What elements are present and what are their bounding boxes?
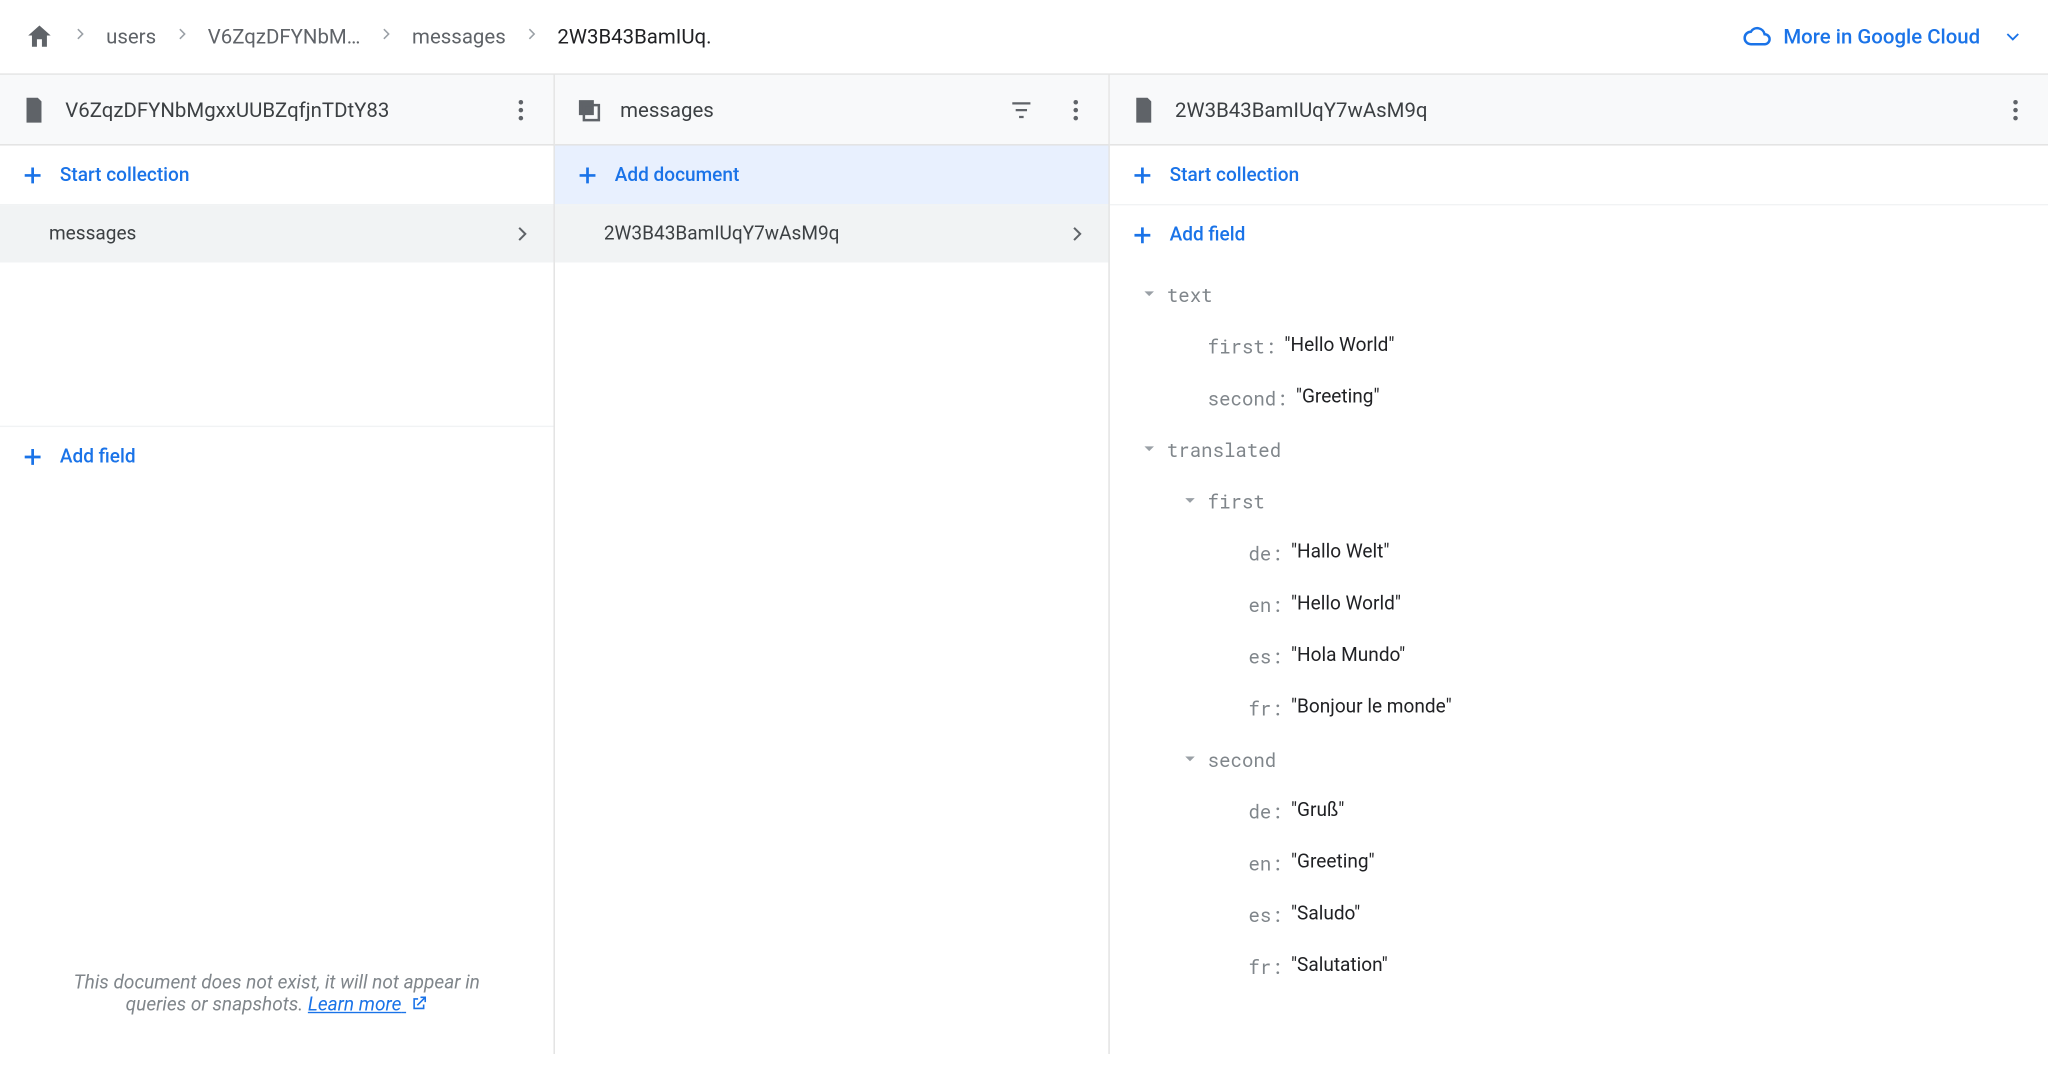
start-collection-label: Start collection [1170,164,1300,186]
start-collection-button[interactable]: Start collection [1110,146,2048,206]
panels: V6ZqzDFYNbMgxxUUBZqfjnTDtY83 Start colle… [0,75,2048,1054]
field-node[interactable]: fr:"Bonjour le monde" [1110,681,2048,733]
document-detail-panel: 2W3B43BamIUqY7wAsM9q Start collection Ad… [1110,75,2048,1054]
field-node[interactable]: first:"Hello World" [1110,320,2048,372]
collection-icon [574,95,604,125]
collection-panel: messages Add document 2W3B43BamIUqY7wAsM… [555,75,1110,1054]
panel-header: V6ZqzDFYNbMgxxUUBZqfjnTDtY83 [0,75,554,146]
collection-row[interactable]: messages [0,205,554,262]
breadcrumb-segment-current[interactable]: 2W3B43BamIUq. [557,24,711,48]
panel-title: V6ZqzDFYNbMgxxUUBZqfjnTDtY83 [65,97,480,121]
add-field-button[interactable]: Add field [1110,205,2048,265]
chevron-right-icon [510,221,534,245]
document-icon [19,95,49,125]
plus-icon [1129,222,1156,249]
add-field-button[interactable]: Add field [0,426,554,486]
document-missing-warning: This document does not exist, it will no… [0,934,554,1054]
document-row-label: 2W3B43BamIUqY7wAsM9q [604,222,1065,244]
field-node[interactable]: second:"Greeting" [1110,371,2048,423]
field-node[interactable]: second [1110,733,2048,785]
add-document-label: Add document [615,164,740,186]
more-icon[interactable] [507,96,534,123]
breadcrumb-segment[interactable]: V6ZqzDFYNbM… [208,24,361,48]
field-node[interactable]: translated [1110,423,2048,475]
panel-header: 2W3B43BamIUqY7wAsM9q [1110,75,2048,146]
chevron-right-icon [522,24,541,48]
field-tree: textfirst:"Hello World"second:"Greeting"… [1110,265,2048,994]
field-node[interactable]: de:"Gruß" [1110,785,2048,837]
start-collection-button[interactable]: Start collection [0,146,554,206]
start-collection-label: Start collection [60,164,190,186]
document-panel: V6ZqzDFYNbMgxxUUBZqfjnTDtY83 Start colle… [0,75,555,1054]
panel-title: 2W3B43BamIUqY7wAsM9q [1175,97,1975,121]
breadcrumb: users V6ZqzDFYNbM… messages 2W3B43BamIUq… [24,22,711,52]
panel-header: messages [555,75,1109,146]
document-icon [1129,95,1159,125]
filter-icon[interactable] [1008,96,1035,123]
field-node[interactable]: first [1110,475,2048,527]
field-node[interactable]: es:"Hola Mundo" [1110,630,2048,682]
field-node[interactable]: de:"Hallo Welt" [1110,526,2048,578]
chevron-down-icon [2002,26,2024,48]
plus-icon [19,161,46,188]
cloud-icon [1743,22,1773,52]
plus-icon [574,161,601,188]
more-icon[interactable] [1062,96,1089,123]
more-icon[interactable] [2002,96,2029,123]
document-row[interactable]: 2W3B43BamIUqY7wAsM9q [555,205,1109,262]
plus-icon [19,443,46,470]
field-node[interactable]: fr:"Salutation" [1110,940,2048,992]
learn-more-link[interactable]: Learn more [308,994,428,1016]
add-document-button[interactable]: Add document [555,146,1109,206]
collection-row-label: messages [49,222,510,244]
breadcrumb-bar: users V6ZqzDFYNbM… messages 2W3B43BamIUq… [0,0,2048,75]
field-node[interactable]: en:"Greeting" [1110,836,2048,888]
chevron-right-icon [71,24,90,48]
breadcrumb-segment[interactable]: messages [412,24,506,48]
home-icon[interactable] [24,22,54,52]
chevron-right-icon [1065,221,1089,245]
field-node[interactable]: es:"Saludo" [1110,888,2048,940]
add-field-label: Add field [1170,224,1246,246]
breadcrumb-segment[interactable]: users [106,24,156,48]
more-in-google-cloud-link[interactable]: More in Google Cloud [1743,22,2024,52]
chevron-right-icon [172,24,191,48]
add-field-label: Add field [60,445,136,467]
chevron-right-icon [377,24,396,48]
field-node[interactable]: text [1110,268,2048,320]
field-node[interactable]: en:"Hello World" [1110,578,2048,630]
plus-icon [1129,161,1156,188]
cloud-link-label: More in Google Cloud [1783,24,1980,48]
external-link-icon [409,994,428,1013]
panel-title: messages [620,97,980,121]
